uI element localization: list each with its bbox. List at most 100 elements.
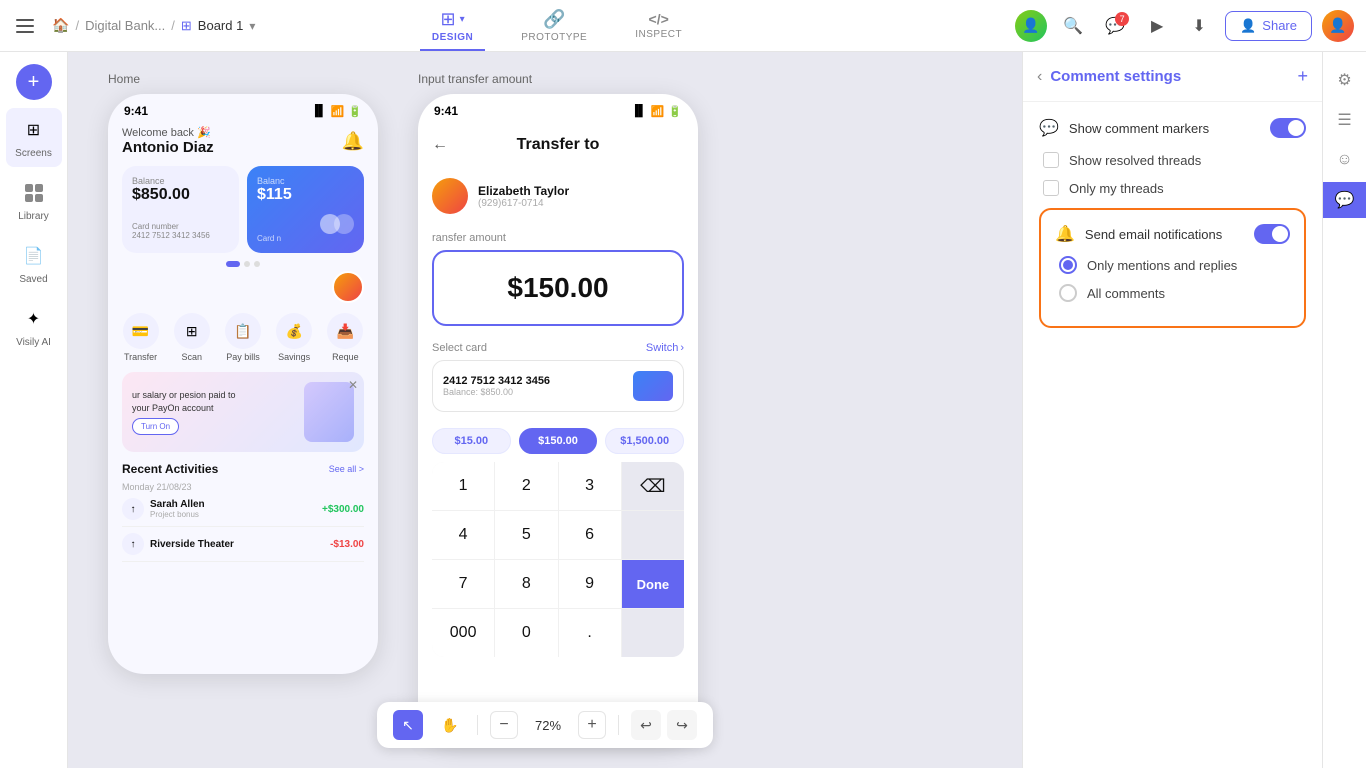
action-savings[interactable]: 💰 Savings <box>276 313 312 362</box>
prototype-tab-icon: 🔗 <box>543 9 565 30</box>
zoom-out-button[interactable]: − <box>490 711 518 739</box>
project-name[interactable]: Digital Bank... <box>85 18 165 33</box>
action-request[interactable]: 📥 Reque <box>327 313 363 362</box>
pan-tool-button[interactable]: ✋ <box>435 710 465 740</box>
sidebar-item-saved[interactable]: 📄 Saved <box>6 234 62 293</box>
see-all-link[interactable]: See all > <box>329 464 364 474</box>
sidebar-item-library[interactable]: Library <box>6 171 62 230</box>
hamburger-menu[interactable] <box>12 10 44 42</box>
layers-icon[interactable]: ☰ <box>1327 102 1363 138</box>
key-0[interactable]: 0 <box>495 609 557 657</box>
emoji-icon[interactable]: ☺ <box>1327 142 1363 178</box>
key-done[interactable]: Done <box>622 560 684 608</box>
tab-inspect[interactable]: </> INSPECT <box>623 7 694 44</box>
key-1[interactable]: 1 <box>432 462 494 510</box>
show-resolved-checkbox[interactable] <box>1043 152 1059 168</box>
screen2-battery-icon: 🔋 <box>668 105 682 118</box>
panel-title: Comment settings <box>1050 68 1289 85</box>
search-button[interactable]: 🔍 <box>1057 10 1089 42</box>
card2[interactable]: Balanc $115 Card n <box>247 166 364 253</box>
key-000[interactable]: 000 <box>432 609 494 657</box>
scan-label: Scan <box>182 352 203 362</box>
design-settings-icon[interactable]: ⚙ <box>1327 62 1363 98</box>
promo-close-icon[interactable]: ✕ <box>348 378 358 392</box>
key-3[interactable]: 3 <box>559 462 621 510</box>
zoom-level: 72% <box>530 718 566 733</box>
undo-button[interactable]: ↩ <box>631 710 661 740</box>
tab-design[interactable]: ⊞ ▾ DESIGN <box>420 5 485 47</box>
key-5[interactable]: 5 <box>495 511 557 559</box>
download-button[interactable]: ⬇ <box>1183 10 1215 42</box>
activity-icon-riverside: ↑ <box>122 533 144 555</box>
share-icon: 👤 <box>1240 18 1256 34</box>
visily-icon: ✦ <box>20 305 48 333</box>
far-right-toolbar: ⚙ ☰ ☺ 💬 <box>1322 52 1366 768</box>
paybills-label: Pay bills <box>226 352 260 362</box>
quick-amount-150[interactable]: $150.00 <box>519 428 598 454</box>
add-screen-button[interactable]: + <box>16 64 52 100</box>
prototype-tab-label: PROTOTYPE <box>521 32 587 43</box>
quick-amount-1500[interactable]: $1,500.00 <box>605 428 684 454</box>
actions-row: 💳 Transfer ⊞ Scan 📋 Pay bills 💰 <box>122 313 364 362</box>
show-markers-toggle[interactable] <box>1270 118 1306 138</box>
balance1-amount: $850.00 <box>132 186 229 204</box>
card1[interactable]: Balance $850.00 Card number 2412 7512 34… <box>122 166 239 253</box>
action-transfer[interactable]: 💳 Transfer <box>123 313 159 362</box>
recipient-avatar <box>432 178 468 214</box>
comment-settings-panel: ‹ Comment settings + 💬 Show comment mark… <box>1022 52 1322 768</box>
sidebar-item-screens[interactable]: ⊞ Screens <box>6 108 62 167</box>
key-7[interactable]: 7 <box>432 560 494 608</box>
add-comment-button[interactable]: + <box>1297 66 1308 87</box>
share-button[interactable]: 👤 Share <box>1225 11 1312 41</box>
mentions-only-radio[interactable] <box>1059 256 1077 274</box>
bell-notification-icon: 🔔 <box>1055 224 1075 244</box>
comments-badge: 7 <box>1115 12 1129 26</box>
switch-link[interactable]: Switch › <box>646 342 684 354</box>
balance2-amount: $115 <box>257 186 354 204</box>
avatar-row <box>122 271 364 303</box>
key-6[interactable]: 6 <box>559 511 621 559</box>
key-delete[interactable]: ⌫ <box>622 462 684 510</box>
tab-prototype[interactable]: 🔗 PROTOTYPE <box>509 5 599 47</box>
email-notifications-toggle[interactable] <box>1254 224 1290 244</box>
activity-icon-sarah: ↑ <box>122 498 144 520</box>
sidebar-item-visily[interactable]: ✦ Visily AI <box>6 297 62 356</box>
promo-button[interactable]: Turn On <box>132 418 179 435</box>
all-comments-radio[interactable] <box>1059 284 1077 302</box>
select-tool-button[interactable]: ↖ <box>393 710 423 740</box>
activity-date: Monday 21/08/23 <box>122 482 364 492</box>
user-name: Antonio Diaz <box>122 139 214 156</box>
user-avatar-secondary[interactable]: 👤 <box>1322 10 1354 42</box>
undo-redo: ↩ ↪ <box>631 710 697 740</box>
key-dot[interactable]: . <box>559 609 621 657</box>
notification-bell-icon[interactable]: 🔔 <box>342 131 364 152</box>
user-avatar-main[interactable]: 👤 <box>1015 10 1047 42</box>
zoom-in-button[interactable]: + <box>578 711 606 739</box>
amount-input-box[interactable]: $150.00 <box>432 250 684 326</box>
email-toggle-knob <box>1272 226 1288 242</box>
quick-amount-15[interactable]: $15.00 <box>432 428 511 454</box>
collapse-panel-button[interactable]: ‹ <box>1037 68 1042 86</box>
home-icon[interactable]: 🏠 <box>52 17 69 34</box>
show-resolved-row: Show resolved threads <box>1043 152 1306 168</box>
saved-icon: 📄 <box>20 242 48 270</box>
balance1-label: Balance <box>132 176 229 186</box>
recipient-phone: (929)617-0714 <box>478 198 569 209</box>
action-paybills[interactable]: 📋 Pay bills <box>225 313 261 362</box>
redo-button[interactable]: ↪ <box>667 710 697 740</box>
comments-button[interactable]: 💬 7 <box>1099 10 1131 42</box>
key-8[interactable]: 8 <box>495 560 557 608</box>
key-4[interactable]: 4 <box>432 511 494 559</box>
action-scan[interactable]: ⊞ Scan <box>174 313 210 362</box>
back-button[interactable]: ← <box>432 136 448 154</box>
comments-panel-icon[interactable]: 💬 <box>1323 182 1366 218</box>
recipient-row: Elizabeth Taylor (929)617-0714 <box>418 168 698 224</box>
play-button[interactable]: ▶ <box>1141 10 1173 42</box>
toolbar-separator <box>477 715 478 735</box>
key-9[interactable]: 9 <box>559 560 621 608</box>
breadcrumb-chevron[interactable]: ▾ <box>249 19 255 33</box>
key-2[interactable]: 2 <box>495 462 557 510</box>
only-my-threads-checkbox[interactable] <box>1043 180 1059 196</box>
screen2-label: Input transfer amount <box>418 72 698 86</box>
bottom-toolbar: ↖ ✋ − 72% + ↩ ↪ <box>377 702 713 748</box>
